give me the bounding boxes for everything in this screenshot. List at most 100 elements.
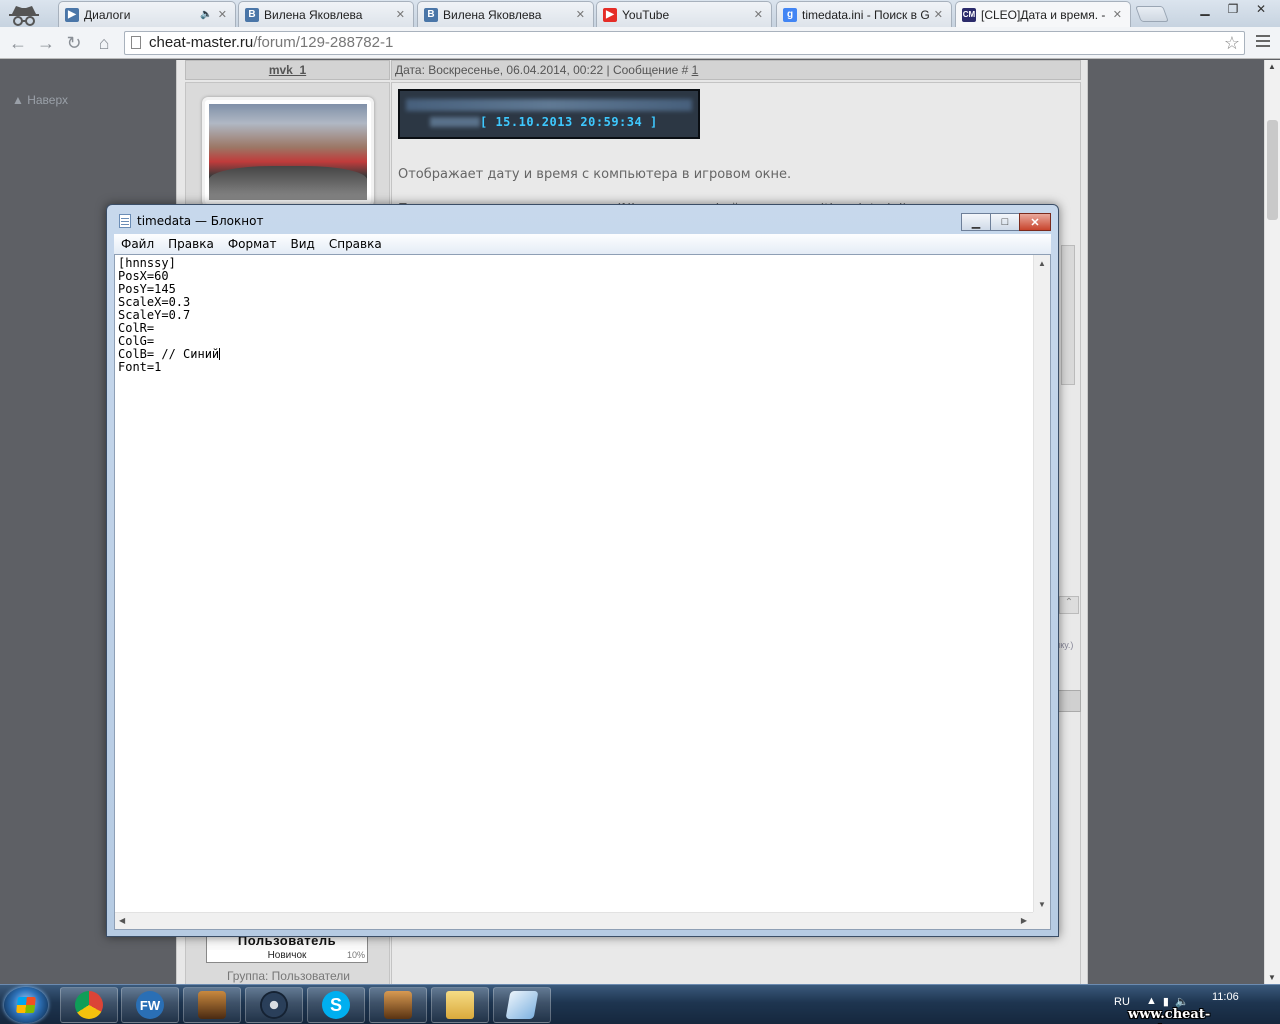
tab-vk-2[interactable]: В Вилена Яковлева ✕	[417, 1, 594, 27]
close-tab-icon[interactable]: ✕	[218, 8, 227, 21]
tab-dialogs[interactable]: ▶ Диалоги 🔈 ✕	[58, 1, 236, 27]
text-caret	[219, 348, 221, 360]
restore-icon[interactable]: ❐	[1220, 0, 1246, 18]
windows-taskbar: FW S RU ▲ ▮ 🔈 11:06 www.cheat-master.ru	[0, 984, 1280, 1024]
taskbar-explorer[interactable]	[431, 987, 489, 1023]
tab-title: Диалоги	[84, 7, 131, 22]
rank-percent: 10%	[346, 950, 365, 960]
banner-time: [ 15.10.2013 20:59:34 ]	[480, 115, 658, 129]
chrome-menu-icon[interactable]	[1256, 35, 1270, 50]
vk-favicon-icon: В	[245, 7, 259, 22]
bookmark-star-icon[interactable]: ☆	[1224, 32, 1240, 54]
close-tab-icon[interactable]: ✕	[754, 8, 763, 21]
rank-level: Новичок	[267, 950, 307, 961]
tab-youtube[interactable]: ▶ YouTube ✕	[596, 1, 772, 27]
maximize-icon[interactable]: □	[990, 213, 1020, 231]
speaker-icon: 🔈	[200, 9, 213, 20]
folder-icon	[446, 991, 474, 1019]
start-button[interactable]	[4, 987, 48, 1023]
incognito-icon	[9, 6, 39, 26]
text-line: ColB= // Синий	[118, 347, 220, 361]
tab-cleo-datetime[interactable]: CM [CLEO]Дата и время. - ✕	[955, 1, 1131, 27]
menu-view[interactable]: Вид	[284, 237, 322, 251]
scroll-down-icon[interactable]: ▼	[1038, 900, 1046, 909]
address-bar[interactable]: cheat-master.ru/forum/129-288782-1 ☆	[124, 31, 1245, 55]
browser-toolbar: ← → ↻ ⌂ cheat-master.ru/forum/129-288782…	[0, 27, 1280, 59]
google-favicon-icon: g	[783, 7, 797, 22]
fw-app-icon: FW	[136, 991, 164, 1019]
page-scrollbar[interactable]: ▲ ▼	[1264, 60, 1280, 984]
text-line: Font=1	[118, 360, 162, 374]
menu-help[interactable]: Справка	[322, 237, 389, 251]
user-rank-badge: Пользователь Новичок 10%	[206, 933, 368, 963]
notepad-content[interactable]: [hnnssy] PosX=60 PosY=145 ScaleX=0.3 ScaleY=…	[118, 257, 221, 374]
page-icon	[131, 36, 141, 49]
close-tab-icon[interactable]: ✕	[576, 8, 585, 21]
taskbar-chrome[interactable]	[60, 987, 118, 1023]
new-tab-button[interactable]	[1135, 6, 1169, 22]
gta-sa-icon	[384, 991, 412, 1019]
reload-icon[interactable]: ↻	[64, 33, 84, 53]
gta-sa-icon	[198, 991, 226, 1019]
taskbar-fw[interactable]: FW	[121, 987, 179, 1023]
browser-tabstrip: ▶ Диалоги 🔈 ✕ В Вилена Яковлева ✕ В Виле…	[0, 0, 1280, 27]
tab-title: YouTube	[622, 7, 670, 22]
user-group: Группа: Пользователи	[226, 969, 351, 983]
close-window-icon[interactable]: ✕	[1248, 0, 1274, 18]
tab-title: timedata.ini - Поиск в Google	[802, 7, 929, 22]
notepad-icon	[505, 991, 539, 1019]
watermark: www.cheat-master.ru	[1128, 1007, 1211, 1024]
close-tab-icon[interactable]: ✕	[1113, 8, 1122, 21]
youtube-favicon-icon: ▶	[603, 7, 617, 22]
minimize-icon[interactable]: ▁	[961, 213, 991, 231]
menu-edit[interactable]: Правка	[161, 237, 221, 251]
size-grip[interactable]	[1033, 912, 1050, 929]
menu-file[interactable]: Файл	[114, 237, 161, 251]
tab-title: Вилена Яковлева	[264, 7, 363, 22]
scroll-down-icon[interactable]: ▼	[1268, 973, 1276, 982]
scroll-to-top-link[interactable]: ▲ Наверх	[12, 93, 68, 107]
taskbar-gta-sa-2[interactable]	[369, 987, 427, 1023]
taskbar-skype[interactable]: S	[307, 987, 365, 1023]
post-number-link[interactable]: 1	[692, 63, 699, 77]
menu-format[interactable]: Формат	[221, 237, 284, 251]
vk-favicon-icon: В	[424, 7, 438, 22]
taskbar-notepad[interactable]	[493, 987, 551, 1023]
minimize-icon[interactable]: ▁	[1192, 0, 1218, 18]
notepad-horizontal-scrollbar[interactable]: ◀ ▶	[115, 912, 1033, 929]
clock[interactable]: 11:06	[1212, 991, 1239, 1003]
post-date: Дата: Воскресенье, 06.04.2014, 00:22 | С…	[395, 63, 692, 77]
code-block-scrollbar[interactable]	[1061, 245, 1075, 385]
scrollbar-thumb[interactable]	[1267, 120, 1278, 220]
user-avatar	[202, 97, 374, 207]
vk-play-favicon-icon: ▶	[65, 7, 79, 22]
forward-arrow-icon[interactable]: →	[36, 33, 56, 53]
notepad-icon	[119, 214, 131, 228]
back-arrow-icon[interactable]: ←	[8, 33, 28, 53]
tab-title: Вилена Яковлева	[443, 7, 542, 22]
home-icon[interactable]: ⌂	[94, 33, 114, 53]
url-path: /forum/129-288782-1	[253, 34, 394, 51]
post-author-link[interactable]: mvk_1	[185, 60, 390, 80]
close-icon[interactable]: ✕	[1019, 213, 1051, 231]
taskbar-steam[interactable]	[245, 987, 303, 1023]
notepad-text-area[interactable]: [hnnssy] PosX=60 PosY=145 ScaleX=0.3 ScaleY=…	[114, 254, 1051, 930]
scroll-up-icon[interactable]: ▲	[1038, 259, 1046, 268]
tab-title: [CLEO]Дата и время. -	[981, 7, 1106, 22]
notepad-vertical-scrollbar[interactable]: ▲ ▼	[1033, 255, 1050, 913]
chrome-icon	[75, 991, 103, 1019]
taskbar-gta-sa-1[interactable]	[183, 987, 241, 1023]
tab-google-search[interactable]: g timedata.ini - Поиск в Google ✕	[776, 1, 952, 27]
collapse-icon[interactable]: ⌃	[1059, 596, 1079, 614]
close-tab-icon[interactable]: ✕	[934, 8, 943, 21]
notepad-titlebar[interactable]: timedata — Блокнот ▁ □ ✕	[107, 205, 1058, 235]
notepad-window[interactable]: timedata — Блокнот ▁ □ ✕ Файл Правка Фор…	[106, 204, 1059, 937]
tab-vk-1[interactable]: В Вилена Яковлева ✕	[238, 1, 414, 27]
post-meta: Дата: Воскресенье, 06.04.2014, 00:22 | С…	[391, 60, 1081, 80]
notepad-menubar: Файл Правка Формат Вид Справка	[114, 234, 1051, 254]
scroll-right-icon[interactable]: ▶	[1021, 916, 1027, 925]
scroll-up-icon[interactable]: ▲	[1268, 62, 1276, 71]
close-tab-icon[interactable]: ✕	[396, 8, 405, 21]
notepad-title: timedata — Блокнот	[137, 214, 264, 228]
scroll-left-icon[interactable]: ◀	[119, 916, 125, 925]
